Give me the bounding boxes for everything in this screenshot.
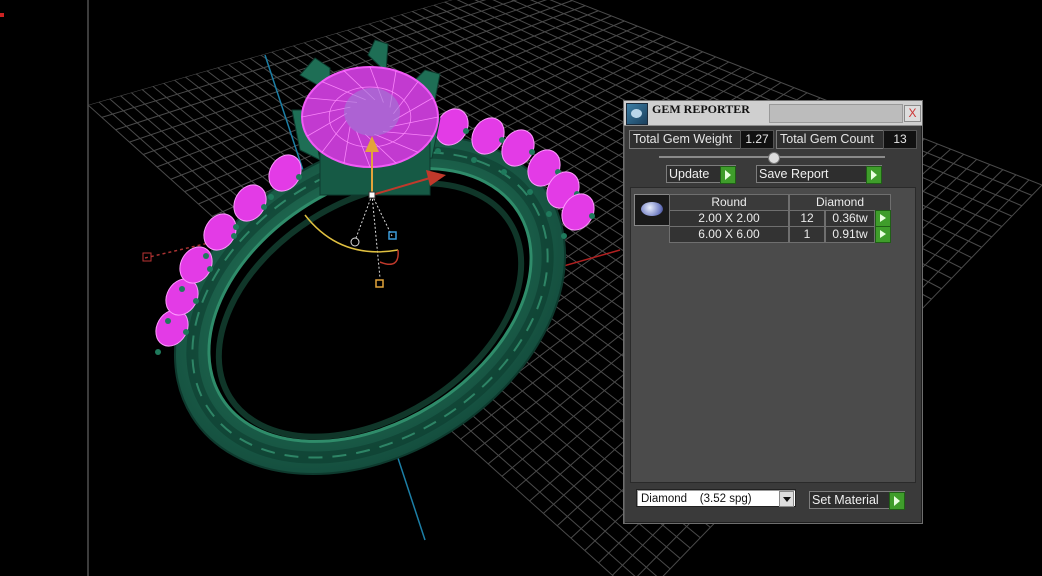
gem-reporter-app-icon — [626, 103, 648, 125]
total-gem-weight-value: 1.27 — [740, 130, 774, 149]
go-arrow-icon — [720, 166, 736, 184]
go-arrow-icon — [866, 166, 882, 184]
set-material-button[interactable]: Set Material — [809, 491, 905, 510]
gem-reporter-panel: GEM REPORTER X Total Gem Weight 1.27 Tot… — [623, 100, 923, 524]
titlebar-drag-area[interactable] — [769, 104, 903, 123]
prong-bead — [203, 253, 209, 259]
gem-report-area[interactable]: Round Diamond 2.00 X 2.00 12 0.36tw 6.00… — [630, 187, 916, 483]
update-button[interactable]: Update — [666, 165, 736, 184]
material-select[interactable]: Diamond (3.52 spg) — [636, 489, 796, 507]
close-icon[interactable]: X — [904, 105, 921, 122]
prong-bead — [261, 204, 267, 210]
prong-bead — [231, 233, 237, 239]
prong-bead — [155, 349, 161, 355]
prong-bead — [268, 194, 274, 200]
panel-title: GEM REPORTER — [652, 102, 750, 116]
total-gem-count-value: 13 — [883, 130, 917, 149]
prong-bead — [207, 266, 213, 272]
material-header: Diamond — [789, 194, 891, 211]
prong-bead — [529, 149, 535, 155]
prong-bead — [233, 224, 239, 230]
prong-bead — [165, 318, 171, 324]
shape-header: Round — [669, 194, 789, 211]
save-report-button-label: Save Report — [759, 167, 829, 181]
prong-bead — [296, 174, 302, 180]
save-report-button[interactable]: Save Report — [756, 165, 882, 184]
update-button-label: Update — [669, 167, 710, 181]
prong-bead — [193, 298, 199, 304]
total-gem-weight-label: Total Gem Weight — [629, 130, 741, 149]
row-select-go-icon[interactable] — [875, 226, 891, 243]
row-weight: 0.91tw — [825, 226, 875, 243]
row-size: 2.00 X 2.00 — [669, 210, 789, 227]
prong-bead — [179, 286, 185, 292]
row-count: 12 — [789, 210, 825, 227]
prong-bead — [183, 329, 189, 335]
dropdown-arrow-icon[interactable] — [779, 491, 794, 507]
prong-bead — [546, 211, 552, 217]
prong-bead — [589, 213, 595, 219]
row-size: 6.00 X 6.00 — [669, 226, 789, 243]
report-slider-knob[interactable] — [768, 152, 780, 164]
prong-bead — [471, 157, 477, 163]
gem-thumbnail-icon — [634, 194, 670, 226]
row-count: 1 — [789, 226, 825, 243]
prong-bead — [527, 189, 533, 195]
total-gem-count-label: Total Gem Count — [776, 130, 884, 149]
material-select-value: Diamond (3.52 spg) — [641, 493, 752, 505]
set-material-button-label: Set Material — [812, 493, 879, 507]
prong-bead — [501, 169, 507, 175]
prong-bead — [463, 128, 469, 134]
panel-titlebar[interactable]: GEM REPORTER X — [624, 101, 922, 126]
go-arrow-icon — [889, 492, 905, 510]
row-weight: 0.36tw — [825, 210, 875, 227]
prong-bead — [435, 148, 441, 154]
row-select-go-icon[interactable] — [875, 210, 891, 227]
prong-bead — [561, 233, 567, 239]
